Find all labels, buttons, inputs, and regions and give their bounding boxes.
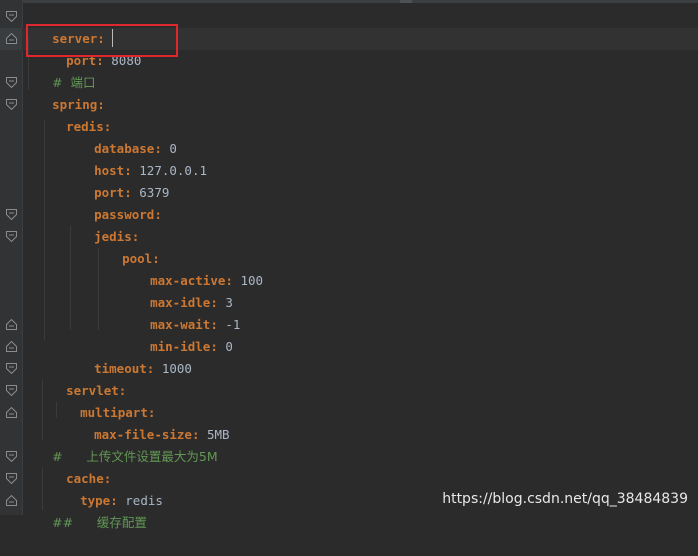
fold-end-icon[interactable] — [6, 33, 17, 44]
fold-open-icon[interactable] — [6, 231, 17, 242]
code-line-multipart[interactable]: multipart: — [50, 380, 155, 420]
yaml-comment: ## 缓存配置 — [52, 515, 147, 530]
fold-open-icon[interactable] — [6, 385, 17, 396]
code-line-comment-cache[interactable]: ## 缓存配置 — [22, 490, 147, 530]
fold-open-icon[interactable] — [6, 11, 17, 22]
code-line-comment-upload[interactable]: # 上传文件设置最大为5M — [22, 424, 218, 464]
tab-marker — [400, 0, 412, 3]
code-line-max-file-size[interactable]: max-file-size: 5MB — [64, 402, 229, 442]
code-line-min-idle[interactable]: min-idle: 0 — [120, 314, 233, 354]
code-line-servlet[interactable]: servlet: — [36, 358, 126, 398]
fold-open-icon[interactable] — [6, 451, 17, 462]
fold-open-icon[interactable] — [6, 209, 17, 220]
code-line-redis-port[interactable]: port: 6379 — [64, 160, 169, 200]
code-line-pool[interactable]: pool: — [92, 226, 160, 266]
fold-open-icon[interactable] — [6, 473, 17, 484]
code-line-jedis[interactable]: jedis: — [64, 204, 139, 244]
code-line-redis[interactable]: redis: — [36, 94, 111, 134]
code-line-max-idle[interactable]: max-idle: 3 — [120, 270, 233, 310]
watermark-url: https://blog.csdn.net/qq_38484839 — [442, 491, 688, 507]
code-line-password[interactable]: password: — [64, 182, 162, 222]
fold-open-icon[interactable] — [6, 99, 17, 110]
code-line-spring[interactable]: spring: — [22, 72, 105, 112]
fold-open-icon[interactable] — [6, 363, 17, 374]
yaml-value[interactable]: 1000 — [162, 361, 192, 376]
highlight-box-annotation — [26, 24, 178, 57]
fold-open-icon[interactable] — [6, 77, 17, 88]
code-line-cache[interactable]: cache: — [36, 446, 111, 486]
code-line-database[interactable]: database: 0 — [64, 116, 177, 156]
code-line-timeout[interactable]: timeout: 1000 — [64, 336, 192, 376]
yaml-value[interactable]: 0 — [225, 339, 233, 354]
fold-end-icon[interactable] — [6, 407, 17, 418]
code-line-max-active[interactable]: max-active: 100 — [120, 248, 263, 288]
yaml-value[interactable]: 100 — [240, 273, 263, 288]
code-line-host[interactable]: host: 127.0.0.1 — [64, 138, 207, 178]
code-line-cache-type[interactable]: type: redis — [50, 468, 163, 508]
fold-end-icon[interactable] — [6, 319, 17, 330]
code-line-max-wait[interactable]: max-wait: -1 — [120, 292, 240, 332]
editor-tab-strip — [0, 0, 698, 3]
fold-end-icon[interactable] — [6, 495, 17, 506]
fold-end-icon[interactable] — [6, 341, 17, 352]
